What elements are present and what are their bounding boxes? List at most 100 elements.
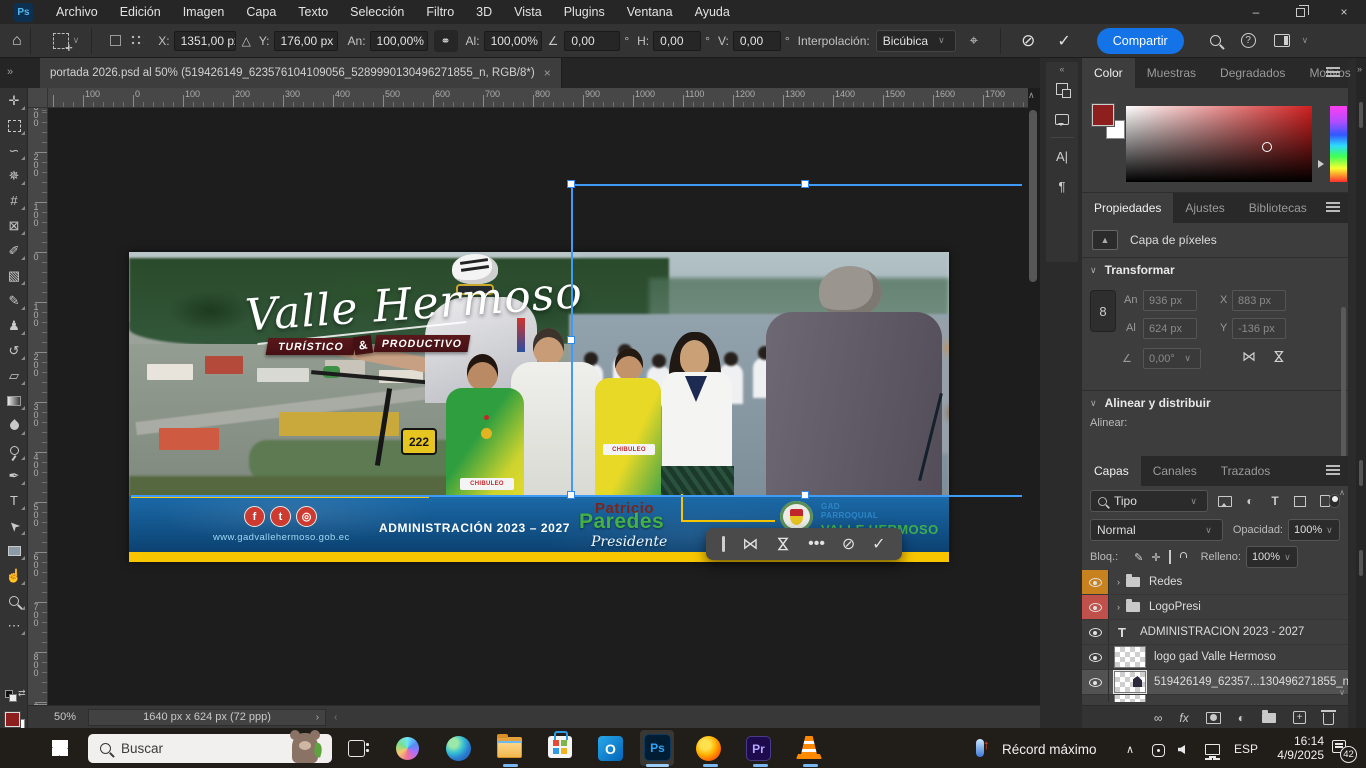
layer-row[interactable]: 519426149_62357...130496271855_n (1082, 670, 1348, 695)
foreground-color-chip[interactable] (5, 712, 20, 727)
tab-canales[interactable]: Canales (1141, 456, 1209, 486)
transform-height-input[interactable]: 624 px (1143, 318, 1197, 339)
vertical-scrollbar[interactable] (1029, 110, 1037, 282)
filter-shape-layers-icon[interactable] (1292, 496, 1308, 507)
blend-mode-select[interactable]: Normal ∨ (1090, 519, 1223, 541)
transform-handle[interactable] (567, 180, 575, 188)
task-view-button[interactable] (348, 737, 370, 759)
tab-capas[interactable]: Capas (1082, 456, 1141, 486)
tab-ajustes[interactable]: Ajustes (1173, 193, 1236, 223)
hskew-input[interactable]: 0,00 (653, 31, 701, 51)
zoom-tool[interactable] (0, 588, 28, 613)
close-tab-icon[interactable]: × (544, 66, 551, 80)
menu-selección[interactable]: Selección (339, 0, 415, 24)
menu-imagen[interactable]: Imagen (172, 0, 236, 24)
chevron-down-icon[interactable]: ∨ (1090, 398, 1097, 409)
flip-horizontal-icon[interactable]: ⋈ (1242, 348, 1256, 365)
eye-icon[interactable] (1089, 603, 1102, 612)
menu-texto[interactable]: Texto (287, 0, 339, 24)
transform-handle[interactable] (801, 180, 809, 188)
width-input[interactable]: 100,00% (370, 31, 428, 51)
tab-muestras[interactable]: Muestras (1135, 58, 1208, 88)
screen-record-icon[interactable] (1152, 744, 1165, 757)
transform-handle[interactable] (801, 491, 809, 499)
type-tool[interactable]: T (0, 488, 28, 513)
foreground-color-swatch[interactable] (1092, 104, 1114, 126)
layer-row[interactable]: logo gad Valle Hermoso (1082, 645, 1348, 670)
menu-archivo[interactable]: Archivo (45, 0, 109, 24)
transform-handle[interactable] (567, 336, 575, 344)
chevron-left-icon[interactable]: ‹ (334, 712, 337, 723)
tab-bibliotecas[interactable]: Bibliotecas (1237, 193, 1319, 223)
lasso-tool[interactable]: ∽ (0, 138, 28, 163)
scroll-down-icon[interactable]: ∨ (1339, 688, 1345, 697)
gradient-tool[interactable] (0, 388, 28, 413)
move-tool[interactable]: ✛ (0, 88, 28, 113)
layer-visibility-cell[interactable] (1082, 595, 1109, 619)
flip-horizontal-icon[interactable]: ⋈ (742, 534, 758, 554)
panel-grip[interactable] (1359, 460, 1363, 486)
link-layers-icon[interactable]: ∞ (1154, 711, 1163, 725)
healing-brush-tool[interactable]: ▧ (0, 263, 28, 288)
start-button[interactable] (52, 740, 68, 756)
workspace-icon[interactable] (1274, 34, 1290, 47)
saturation-field[interactable] (1126, 106, 1312, 182)
vskew-input[interactable]: 0,00 (733, 31, 781, 51)
path-selection-tool[interactable]: ➤ (0, 513, 28, 538)
flip-vertical-icon[interactable]: ⋈ (773, 536, 793, 552)
dodge-tool[interactable] (0, 438, 28, 463)
weather-icon[interactable] (976, 739, 984, 757)
layer-visibility-cell[interactable] (1082, 570, 1109, 594)
shape-tool[interactable] (0, 538, 28, 563)
photoshop-icon[interactable]: Ps (644, 734, 671, 761)
copilot-button[interactable] (396, 737, 419, 760)
cancel-icon[interactable]: ⊘ (842, 534, 855, 554)
chevron-down-icon[interactable]: ∨ (1302, 35, 1309, 46)
hand-tool[interactable]: ☝ (0, 563, 28, 588)
lock-position-icon[interactable]: ✛ (1151, 551, 1160, 564)
interpolation-select[interactable]: Bicúbica ∨ (876, 30, 956, 52)
menu-ayuda[interactable]: Ayuda (684, 0, 741, 24)
flip-vertical-icon[interactable]: ⋈ (1271, 350, 1288, 364)
expand-dock-icon[interactable]: » (1357, 64, 1362, 74)
network-icon[interactable] (1205, 744, 1220, 755)
tray-expand-icon[interactable]: ∧ (1126, 743, 1134, 756)
panel-scrollbar[interactable] (1341, 307, 1346, 457)
y-input[interactable]: 176,00 px (274, 31, 338, 51)
menu-capa[interactable]: Capa (235, 0, 287, 24)
help-icon[interactable]: ? (1241, 33, 1256, 48)
chevron-down-icon[interactable]: ∨ (73, 35, 80, 46)
expand-panels-icon[interactable]: » (7, 66, 13, 78)
filter-type-layers-icon[interactable]: T (1267, 494, 1283, 508)
layer-row[interactable]: ›LogoPresi (1082, 595, 1348, 620)
fill-select[interactable]: 100% ∨ (1246, 546, 1298, 568)
commit-transform-icon[interactable]: ✓ (1057, 31, 1070, 51)
clock[interactable]: 16:14 4/9/2025 (1268, 734, 1324, 762)
file-explorer-icon[interactable] (497, 737, 522, 758)
pen-tool[interactable]: ✒ (0, 463, 28, 488)
commit-icon[interactable]: ✓ (872, 534, 885, 554)
hue-slider[interactable] (1330, 106, 1347, 182)
default-colors-icon[interactable]: ⇄ (4, 688, 26, 708)
premiere-icon[interactable]: Pr (746, 736, 771, 761)
paragraph-panel-icon[interactable]: ¶ (1046, 171, 1078, 201)
menu-filtro[interactable]: Filtro (415, 0, 465, 24)
tab-propiedades[interactable]: Propiedades (1082, 193, 1173, 223)
panel-grip[interactable] (1359, 550, 1363, 576)
menu-ventana[interactable]: Ventana (616, 0, 684, 24)
close-button[interactable]: × (1322, 0, 1366, 24)
menu-plugins[interactable]: Plugins (553, 0, 616, 24)
transform-x-input[interactable]: 883 px (1232, 290, 1286, 311)
scroll-up-icon[interactable]: ∧ (1339, 488, 1345, 497)
panel-menu-icon[interactable] (1326, 67, 1340, 69)
frame-tool[interactable]: ⊠ (0, 213, 28, 238)
eye-icon[interactable] (1089, 653, 1102, 662)
eraser-tool[interactable]: ▱ (0, 363, 28, 388)
zoom-level[interactable]: 50% (54, 711, 76, 723)
eye-icon[interactable] (1089, 628, 1102, 637)
document-info[interactable]: 1640 px x 624 px (72 ppp) › (88, 709, 326, 726)
menu-edición[interactable]: Edición (109, 0, 172, 24)
color-picker-ring[interactable] (1262, 142, 1272, 152)
clone-stamp-tool[interactable]: ♟ (0, 313, 28, 338)
layer-row[interactable]: ›Redes (1082, 570, 1348, 595)
